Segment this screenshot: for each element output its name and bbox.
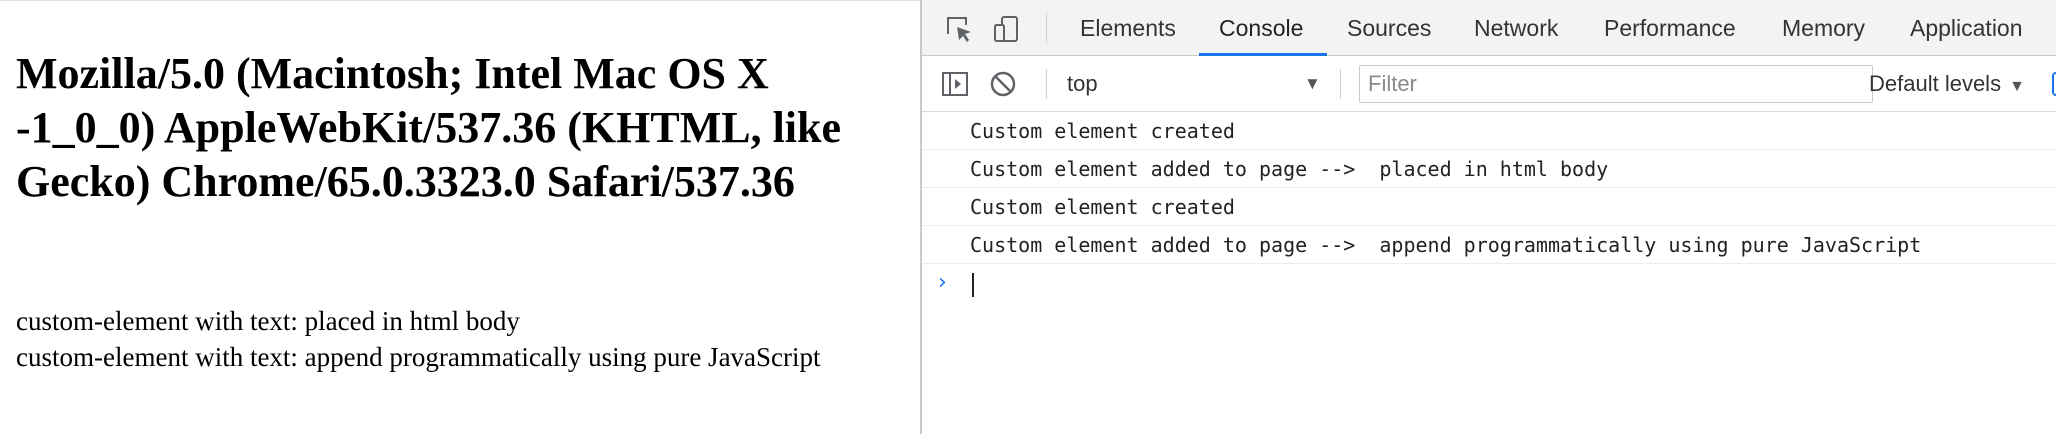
device-toolbar-icon[interactable]: [990, 12, 1024, 46]
console-sidebar-icon[interactable]: [938, 67, 972, 101]
devtools-tabbar: Elements Console Sources Network Perform…: [922, 0, 2056, 56]
chevron-down-icon: ▼: [2009, 78, 2025, 95]
log-levels-label: Default levels: [1869, 71, 2002, 96]
log-levels-dropdown[interactable]: Default levels ▼: [1869, 56, 2025, 112]
execution-context-select[interactable]: top: [1067, 56, 1098, 112]
custom-element-line: custom-element with text: placed in html…: [16, 306, 520, 336]
console-toolbar: top ▼ Default levels ▼: [922, 56, 2056, 112]
toolbar-divider: [1046, 13, 1047, 43]
filter-input[interactable]: [1359, 65, 1873, 103]
tab-memory[interactable]: Memory: [1782, 0, 1865, 56]
tab-sources[interactable]: Sources: [1347, 0, 1431, 56]
console-output: Custom element created Custom element ad…: [922, 112, 2056, 434]
console-message: Custom element added to page --> placed …: [922, 150, 2056, 188]
page-viewport: Mozilla/5.0 (Macintosh; Intel Mac OS X -…: [0, 0, 920, 434]
tab-elements[interactable]: Elements: [1080, 0, 1176, 56]
chevron-right-icon: ›: [938, 270, 947, 295]
toolbar-divider: [1046, 69, 1047, 99]
custom-element-line: custom-element with text: append program…: [16, 342, 821, 372]
tab-application[interactable]: Application: [1910, 0, 2023, 56]
console-message: Custom element created: [922, 112, 2056, 150]
console-message: Custom element created: [922, 188, 2056, 226]
console-prompt[interactable]: ›: [922, 264, 2056, 302]
page-body-text: custom-element with text: placed in html…: [16, 303, 876, 375]
settings-toggle-icon[interactable]: [2052, 72, 2056, 96]
chevron-down-icon[interactable]: ▼: [1304, 56, 1321, 112]
devtools-panel: Elements Console Sources Network Perform…: [920, 0, 2056, 434]
toolbar-divider: [1340, 69, 1341, 99]
tab-performance[interactable]: Performance: [1604, 0, 1736, 56]
text-caret: [972, 272, 974, 297]
user-agent-heading: Mozilla/5.0 (Macintosh; Intel Mac OS X -…: [16, 49, 842, 206]
inspect-element-icon[interactable]: [942, 12, 976, 46]
tab-console[interactable]: Console: [1219, 0, 1303, 56]
console-message: Custom element added to page --> append …: [922, 226, 2056, 264]
tab-network[interactable]: Network: [1474, 0, 1558, 56]
clear-console-icon[interactable]: [986, 67, 1020, 101]
